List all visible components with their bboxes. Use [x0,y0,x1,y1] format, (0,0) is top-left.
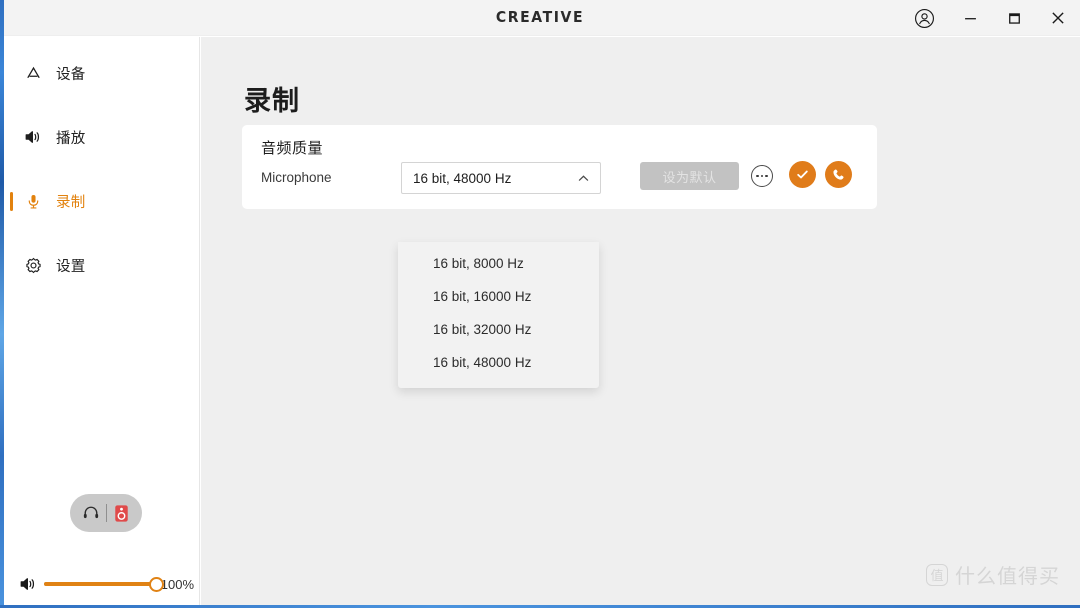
speaker-box-icon[interactable] [107,504,137,523]
window-left-border [0,0,4,608]
window-controls [904,0,1080,36]
check-circle-icon[interactable] [789,161,816,188]
sidebar-item-device[interactable]: 设备 [4,57,200,89]
dropdown-option[interactable]: 16 bit, 8000 Hz [398,247,599,280]
ellipsis-icon[interactable] [751,165,773,187]
page-title: 录制 [244,86,300,116]
dot [765,174,768,178]
audio-format-combobox[interactable]: 16 bit, 48000 Hz [401,162,601,194]
slider-fill [44,582,157,586]
sidebar-nav: 设备 播放 录制 设置 [4,57,200,281]
sidebar-item-playback[interactable]: 播放 [4,121,200,153]
dot [760,174,764,178]
account-circle-icon[interactable] [904,0,944,36]
speaker-wave-icon [22,126,44,148]
combobox-selected-value: 16 bit, 48000 Hz [413,170,512,186]
volume-slider-row: 100% [4,569,200,599]
phone-circle-icon[interactable] [825,161,852,188]
sidebar-item-label: 设备 [56,66,86,83]
maximize-button[interactable] [992,0,1036,36]
volume-slider[interactable] [44,574,165,594]
speaker-wave-icon[interactable] [16,575,40,593]
app-logo-text: CREATIVE [495,9,585,27]
active-indicator-bar [10,192,13,211]
dropdown-option[interactable]: 16 bit, 16000 Hz [398,280,599,313]
slider-thumb[interactable] [149,577,165,592]
close-button[interactable] [1036,0,1080,36]
title-bar: CREATIVE [0,0,1080,36]
nav-gap [4,89,200,121]
sidebar-item-label: 录制 [56,194,86,211]
watermark: 值 什么值得买 [926,560,1060,589]
sidebar-item-label: 播放 [56,130,86,147]
sidebar-item-recording[interactable]: 录制 [4,185,200,217]
sidebar: 设备 播放 录制 设置 100% [4,37,200,605]
gear-icon [22,254,44,276]
microphone-field-label: Microphone [261,170,332,185]
watermark-text: 什么值得买 [955,566,1060,588]
volume-value-label: 100% [160,576,195,592]
dropdown-option[interactable]: 16 bit, 32000 Hz [398,313,599,346]
headset-stand-icon [22,62,44,84]
headphones-icon[interactable] [76,504,106,522]
dropdown-option[interactable]: 16 bit, 48000 Hz [398,346,599,379]
audio-quality-card: 音频质量 Microphone 16 bit, 48000 Hz 设为默认 [242,125,877,209]
microphone-icon [22,190,44,212]
device-output-toggle[interactable] [70,494,142,532]
chevron-up-icon[interactable] [577,172,590,185]
audio-format-dropdown-list[interactable]: 16 bit, 8000 Hz 16 bit, 16000 Hz 16 bit,… [398,242,599,388]
main-content: 录制 音频质量 Microphone 16 bit, 48000 Hz 设为默认 [201,37,1080,605]
sidebar-item-settings[interactable]: 设置 [4,249,200,281]
ellipsis-dots [756,174,768,178]
nav-gap [4,153,200,185]
sidebar-item-label: 设置 [56,258,86,275]
card-title: 音频质量 [261,140,324,157]
watermark-badge: 值 [926,563,948,586]
set-as-default-button[interactable]: 设为默认 [640,162,739,190]
app-window: CREATIVE 设备 播放 录制 设置 100% 录制 音频质量 Microp… [0,0,1080,608]
dot [756,174,759,178]
nav-gap [4,217,200,249]
minimize-button[interactable] [948,0,992,36]
